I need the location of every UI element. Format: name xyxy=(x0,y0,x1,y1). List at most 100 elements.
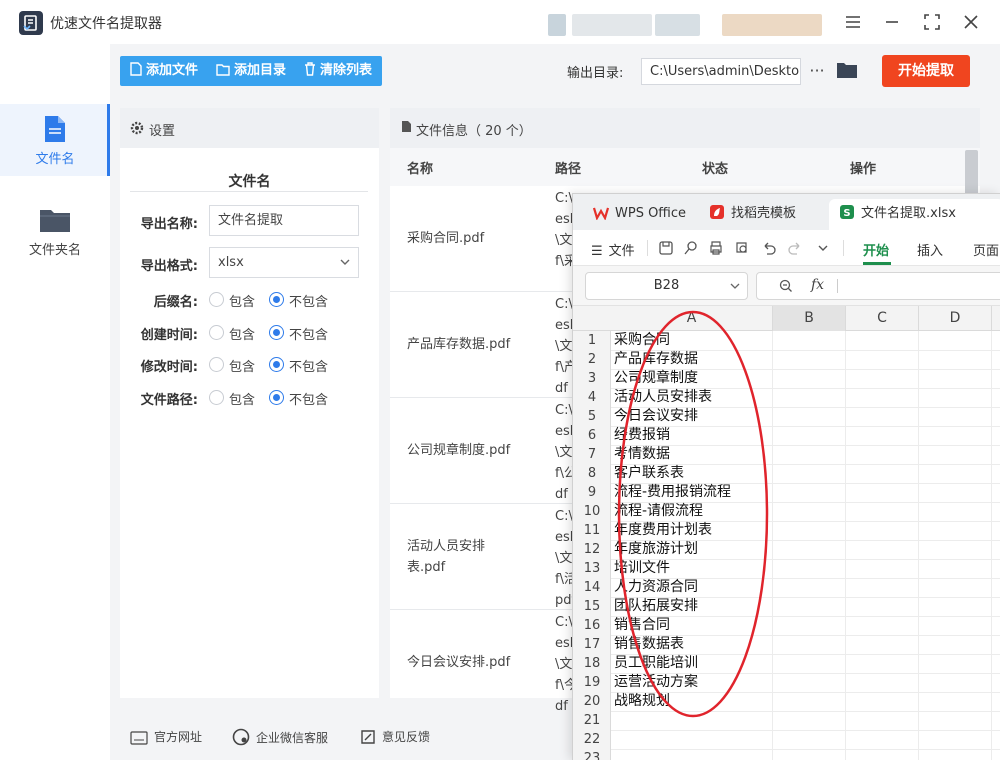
radio-label: 不包含 xyxy=(289,360,329,375)
suffix-include-radio[interactable] xyxy=(209,292,224,307)
settings-header: 设置 xyxy=(120,108,379,148)
add-file-button[interactable]: 添加文件 xyxy=(130,56,198,86)
menu-icon[interactable] xyxy=(842,11,864,33)
column-header-path: 路径 xyxy=(555,162,582,177)
file-path-segment: df xyxy=(555,487,568,502)
create-time-include-radio[interactable] xyxy=(209,325,224,340)
app-title: 优速文件名提取器 xyxy=(50,16,162,32)
file-path-segment: \文 xyxy=(555,445,573,460)
file-path-segment: \文 xyxy=(555,233,573,248)
sidebar-item-label: 文件名 xyxy=(35,152,75,167)
file-path-segment: C:\ xyxy=(555,403,573,418)
file-path-segment: esk xyxy=(555,636,573,651)
trash-icon xyxy=(305,62,315,76)
file-path-segment: esk xyxy=(555,424,573,439)
suffix-exclude-radio[interactable] xyxy=(269,292,284,307)
file-path-segment: C:\ xyxy=(555,297,573,312)
create-time-label: 创建时间: xyxy=(140,328,198,343)
file-path-segment: pdf xyxy=(555,593,573,608)
section-title: 文件名 xyxy=(228,174,271,190)
column-header-name: 名称 xyxy=(407,162,434,177)
file-path-segment: \文 xyxy=(555,551,573,566)
radio-label: 包含 xyxy=(229,360,256,375)
start-extract-button[interactable]: 开始提取 xyxy=(882,55,970,87)
column-header-status: 状态 xyxy=(702,162,729,177)
settings-title: 设置 xyxy=(149,124,176,139)
feedback-icon xyxy=(361,730,375,744)
wps-spreadsheet-window: WPS Office 找稻壳模板 S 文件名提取.xlsx ☰ 文件 开始 插入 页… xyxy=(572,193,1000,760)
file-path-segment: esk xyxy=(555,212,573,227)
gear-icon xyxy=(130,121,144,135)
file-path-segment: esk xyxy=(555,530,573,545)
radio-label: 不包含 xyxy=(289,295,329,310)
file-path-segment: \文 xyxy=(555,339,573,354)
add-folder-icon xyxy=(216,64,230,76)
file-path-segment: f\产 xyxy=(555,360,573,375)
column-header-action: 操作 xyxy=(850,162,877,177)
feedback-link[interactable]: 意见反馈 xyxy=(360,728,430,745)
file-info-title: 文件信息（ 20 个） xyxy=(416,124,532,139)
file-icon xyxy=(45,116,65,142)
clear-list-button[interactable]: 清除列表 xyxy=(304,56,372,86)
file-name-cell: 产品库存数据.pdf xyxy=(407,337,511,352)
website-icon xyxy=(130,731,148,745)
file-info-header: 文件信息（ 20 个） xyxy=(390,108,980,148)
file-path-cell: C:\ esk \文 f\活 pdf xyxy=(555,506,573,611)
file-path-segment: \文 xyxy=(555,657,573,672)
more-options-button[interactable]: ··· xyxy=(808,60,826,84)
export-name-input[interactable]: 文件名提取 xyxy=(209,205,359,236)
wechat-service-link[interactable]: 企业微信客服 xyxy=(232,728,328,746)
radio-label: 不包含 xyxy=(289,328,329,343)
output-path-input[interactable]: C:\Users\admin\Deskto xyxy=(641,58,801,85)
file-name-cell: 公司规章制度.pdf xyxy=(407,443,511,458)
sidebar-item-filename[interactable]: 文件名 xyxy=(0,104,110,176)
file-path-cell: C:\ esk \文 f\公 df xyxy=(555,400,573,505)
file-path-label: 文件路径: xyxy=(140,393,198,408)
highlight-oval xyxy=(617,310,769,718)
gridline xyxy=(611,749,1000,750)
wechat-icon xyxy=(232,728,250,746)
add-directory-button[interactable]: 添加目录 xyxy=(216,56,286,86)
document-icon xyxy=(402,121,411,132)
file-path-cell: C:\esk\文f\今df xyxy=(555,612,573,717)
export-name-label: 导出名称: xyxy=(140,217,198,232)
maximize-icon[interactable] xyxy=(921,11,943,33)
file-path-segment: esk xyxy=(555,318,573,333)
file-path-segment: df xyxy=(555,381,568,396)
radio-label: 包含 xyxy=(229,328,256,343)
blurred-user-info xyxy=(572,14,652,36)
app-logo-icon xyxy=(19,11,43,35)
table-header: 名称 路径 状态 操作 xyxy=(390,148,980,186)
file-path-exclude-radio[interactable] xyxy=(269,390,284,405)
minimize-icon[interactable] xyxy=(881,11,903,33)
blurred-user-info xyxy=(548,14,566,36)
website-link[interactable]: 官方网址 xyxy=(130,728,202,745)
file-name-cell: 活动人员安排表.pdf xyxy=(407,539,486,575)
export-format-label: 导出格式: xyxy=(140,259,198,274)
close-icon[interactable] xyxy=(960,11,982,33)
blurred-user-avatar xyxy=(722,14,822,36)
browse-folder-icon[interactable] xyxy=(836,60,858,82)
modify-time-label: 修改时间: xyxy=(140,360,198,375)
file-path-cell: C:\ esk \文 f\产 df xyxy=(555,294,573,399)
sidebar-item-label: 文件夹名 xyxy=(28,243,81,258)
export-format-select[interactable]: xlsx xyxy=(209,247,359,278)
file-path-segment: f\今 xyxy=(555,678,573,693)
scrollbar-thumb[interactable] xyxy=(965,150,978,198)
modify-time-include-radio[interactable] xyxy=(209,357,224,372)
radio-label: 包含 xyxy=(229,393,256,408)
sidebar-item-foldername[interactable]: 文件夹名 xyxy=(0,196,110,268)
title-bar: 优速文件名提取器 xyxy=(0,0,1000,44)
file-path-include-radio[interactable] xyxy=(209,390,224,405)
modify-time-exclude-radio[interactable] xyxy=(269,357,284,372)
chevron-down-icon xyxy=(340,259,350,265)
file-button-group: 添加文件 添加目录 清除列表 xyxy=(120,56,382,86)
create-time-exclude-radio[interactable] xyxy=(269,325,284,340)
file-path-cell: C:\ esk \文 f\采 xyxy=(555,188,573,272)
file-path-segment: f\公 xyxy=(555,466,573,481)
radio-label: 不包含 xyxy=(289,393,329,408)
file-path-segment: f\活 xyxy=(555,572,573,587)
settings-panel: 设置 文件名 导出名称: 文件名提取 导出格式: xlsx 后缀名: 包含 不包… xyxy=(120,108,379,698)
file-name-cell: 采购合同.pdf xyxy=(407,231,485,246)
section-divider xyxy=(130,191,368,192)
